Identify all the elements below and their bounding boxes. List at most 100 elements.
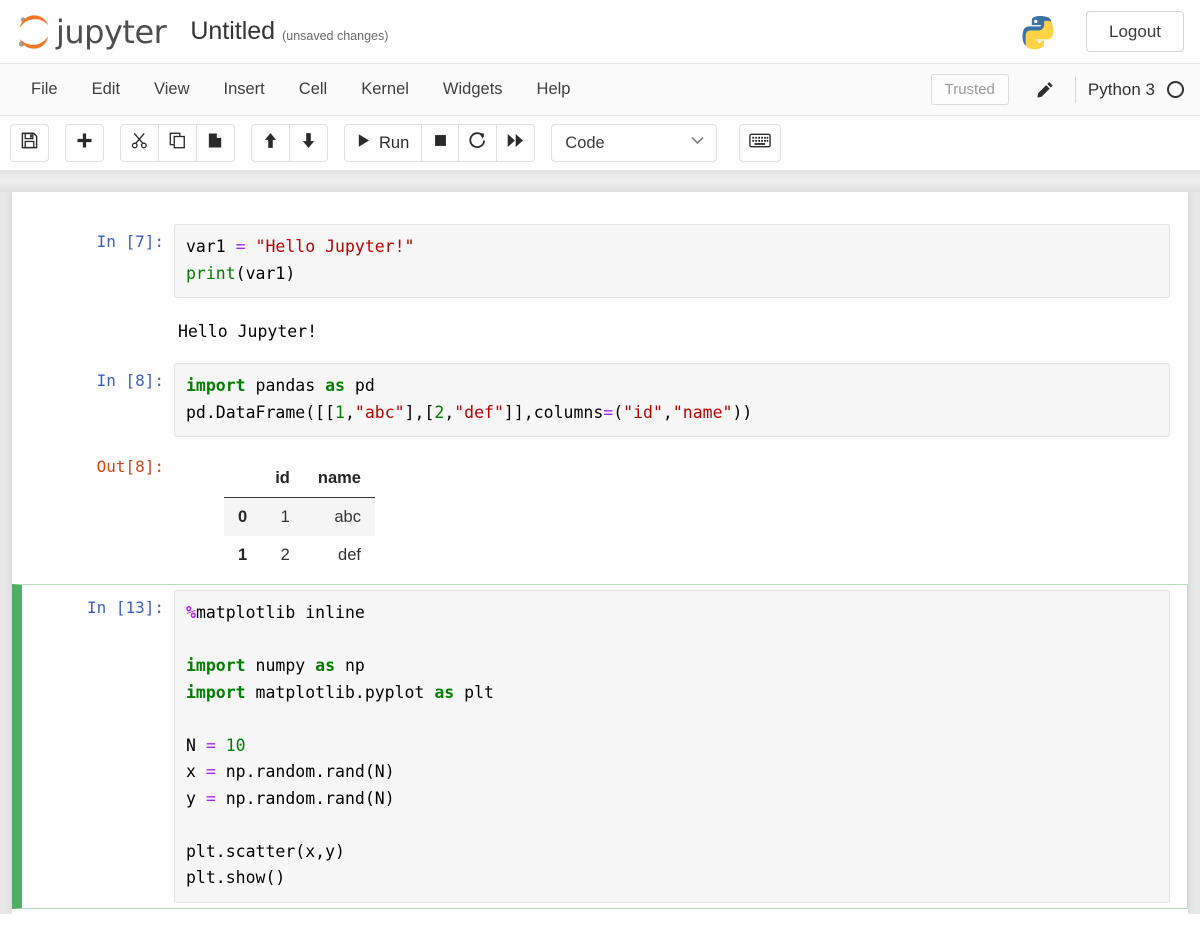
code-line: import pandas as pd xyxy=(186,373,1158,400)
arrow-down-icon xyxy=(299,131,318,155)
copy-icon xyxy=(168,131,187,155)
copy-cell-button[interactable] xyxy=(158,124,197,162)
notebook-cell[interactable]: In [7]: var1 = "Hello Jupyter!" print(var1… xyxy=(12,218,1188,304)
restart-kernel-button[interactable] xyxy=(458,124,498,162)
jupyter-home-link[interactable]: jupyter xyxy=(14,12,167,52)
logout-button[interactable]: Logout xyxy=(1086,11,1184,52)
code-editor[interactable]: %matplotlib inline import numpy as np imp… xyxy=(174,590,1170,903)
toolbar-group-save xyxy=(10,124,49,162)
code-token: var1 xyxy=(186,237,236,256)
kernel-idle-circle-icon xyxy=(1167,81,1184,98)
code-token: , xyxy=(662,402,673,422)
code-token: = xyxy=(235,237,246,256)
code-token: = xyxy=(205,735,216,755)
menu-widgets[interactable]: Widgets xyxy=(426,74,520,105)
menu-file[interactable]: File xyxy=(14,74,75,105)
cell-type-value: Code xyxy=(565,133,605,152)
menu-kernel[interactable]: Kernel xyxy=(344,74,426,105)
code-token: numpy xyxy=(245,656,316,675)
run-button-label: Run xyxy=(379,133,410,152)
code-token: N xyxy=(186,735,206,755)
code-line: import matplotlib.pyplot as plt xyxy=(186,680,1158,707)
notebook-title[interactable]: Untitled xyxy=(190,17,275,46)
code-line: y = np.random.rand(N) xyxy=(186,786,1158,813)
cell-type-dropdown[interactable]: Code xyxy=(551,124,718,162)
cell-body: %matplotlib inline import numpy as np imp… xyxy=(174,590,1170,903)
insert-cell-below-button[interactable] xyxy=(65,124,104,162)
command-palette-button[interactable] xyxy=(739,124,782,162)
dataframe-table: id name 0 1 abc 1 2 def xyxy=(224,459,375,574)
toolbar-group-run: Run xyxy=(344,124,536,162)
run-cell-button[interactable]: Run xyxy=(344,124,423,162)
code-token: x xyxy=(186,762,206,781)
code-line: x = np.random.rand(N) xyxy=(186,759,1158,786)
table-header-row: id name xyxy=(224,459,375,498)
code-line: %matplotlib inline xyxy=(186,600,1158,627)
jupyter-logo-icon xyxy=(14,12,54,52)
code-token: as xyxy=(315,656,336,675)
code-line: plt.scatter(x,y) xyxy=(186,839,1158,866)
floppy-disk-save-icon xyxy=(20,131,39,155)
header-right-group: Logout xyxy=(1022,11,1184,52)
code-line: N = 10 xyxy=(186,733,1158,760)
code-token: 2 xyxy=(434,402,445,422)
code-token: plt.show() xyxy=(186,868,286,887)
code-token: = xyxy=(205,788,216,808)
code-token: "id" xyxy=(623,402,663,422)
code-token: import xyxy=(186,656,246,675)
page-background-strip xyxy=(0,170,1200,192)
input-prompt: In [13]: xyxy=(86,598,164,617)
scissors-cut-icon xyxy=(130,131,149,155)
input-prompt: In [7]: xyxy=(96,232,164,251)
toolbar-group-insert xyxy=(65,124,104,162)
toolbar-group-palette xyxy=(739,124,782,162)
menu-insert[interactable]: Insert xyxy=(207,74,282,105)
row-index: 0 xyxy=(238,508,248,526)
output-body: Hello Jupyter! xyxy=(174,310,1170,351)
code-token: "def" xyxy=(454,402,504,422)
move-cell-down-button[interactable] xyxy=(289,124,328,162)
notebook-cell-output: Out[8]: id name 0 1 abc 1 2 def xyxy=(12,443,1188,584)
code-line: pd.DataFrame([[1,"abc"],[2,"def"]],colum… xyxy=(186,400,1158,427)
move-cell-up-button[interactable] xyxy=(251,124,290,162)
cell-body: import pandas as pd pd.DataFrame([[1,"abc… xyxy=(174,363,1170,437)
code-token: pandas xyxy=(245,376,326,395)
pencil-icon[interactable] xyxy=(1025,76,1065,104)
code-token: np.random.rand(N) xyxy=(215,762,395,781)
save-button[interactable] xyxy=(10,124,49,162)
notebook-cell[interactable]: In [13]: %matplotlib inline import numpy … xyxy=(12,584,1188,909)
code-line: print(var1) xyxy=(186,261,1158,288)
interrupt-kernel-button[interactable] xyxy=(421,124,460,162)
restart-and-run-all-button[interactable] xyxy=(496,124,536,162)
trusted-badge: Trusted xyxy=(930,74,1009,105)
table-cell: 2 xyxy=(280,546,290,564)
menu-cell[interactable]: Cell xyxy=(282,74,344,105)
arrow-up-icon xyxy=(261,131,280,155)
toolbar-group-clipboard xyxy=(120,124,235,162)
code-line: import numpy as np xyxy=(186,653,1158,680)
paste-cell-button[interactable] xyxy=(196,124,235,162)
cell-body: var1 = "Hello Jupyter!" print(var1) xyxy=(174,224,1170,298)
chevron-down-icon xyxy=(689,132,706,154)
code-token: "name" xyxy=(672,402,733,422)
table-row: 1 2 def xyxy=(224,536,375,574)
menu-view[interactable]: View xyxy=(137,74,206,105)
menu-edit[interactable]: Edit xyxy=(75,74,137,105)
menu-help[interactable]: Help xyxy=(520,74,588,105)
row-index: 1 xyxy=(238,546,248,564)
code-token: % xyxy=(186,603,196,622)
code-token: ( xyxy=(613,402,624,422)
cut-cell-button[interactable] xyxy=(120,124,159,162)
notebook-cell[interactable]: In [8]: import pandas as pd pd.DataFrame([… xyxy=(12,357,1188,443)
output-prompt: Out[8]: xyxy=(96,457,164,476)
menu-bar: File Edit View Insert Cell Kernel Widget… xyxy=(0,64,1200,116)
code-editor[interactable]: import pandas as pd pd.DataFrame([[1,"abc… xyxy=(174,363,1170,437)
code-editor[interactable]: var1 = "Hello Jupyter!" print(var1) xyxy=(174,224,1170,298)
code-token: ]],columns xyxy=(503,402,604,422)
menubar-divider xyxy=(1074,76,1076,103)
notebook-scroll-area[interactable]: In [7]: var1 = "Hello Jupyter!" print(var1… xyxy=(0,192,1200,914)
toolbar-group-move xyxy=(251,124,328,162)
